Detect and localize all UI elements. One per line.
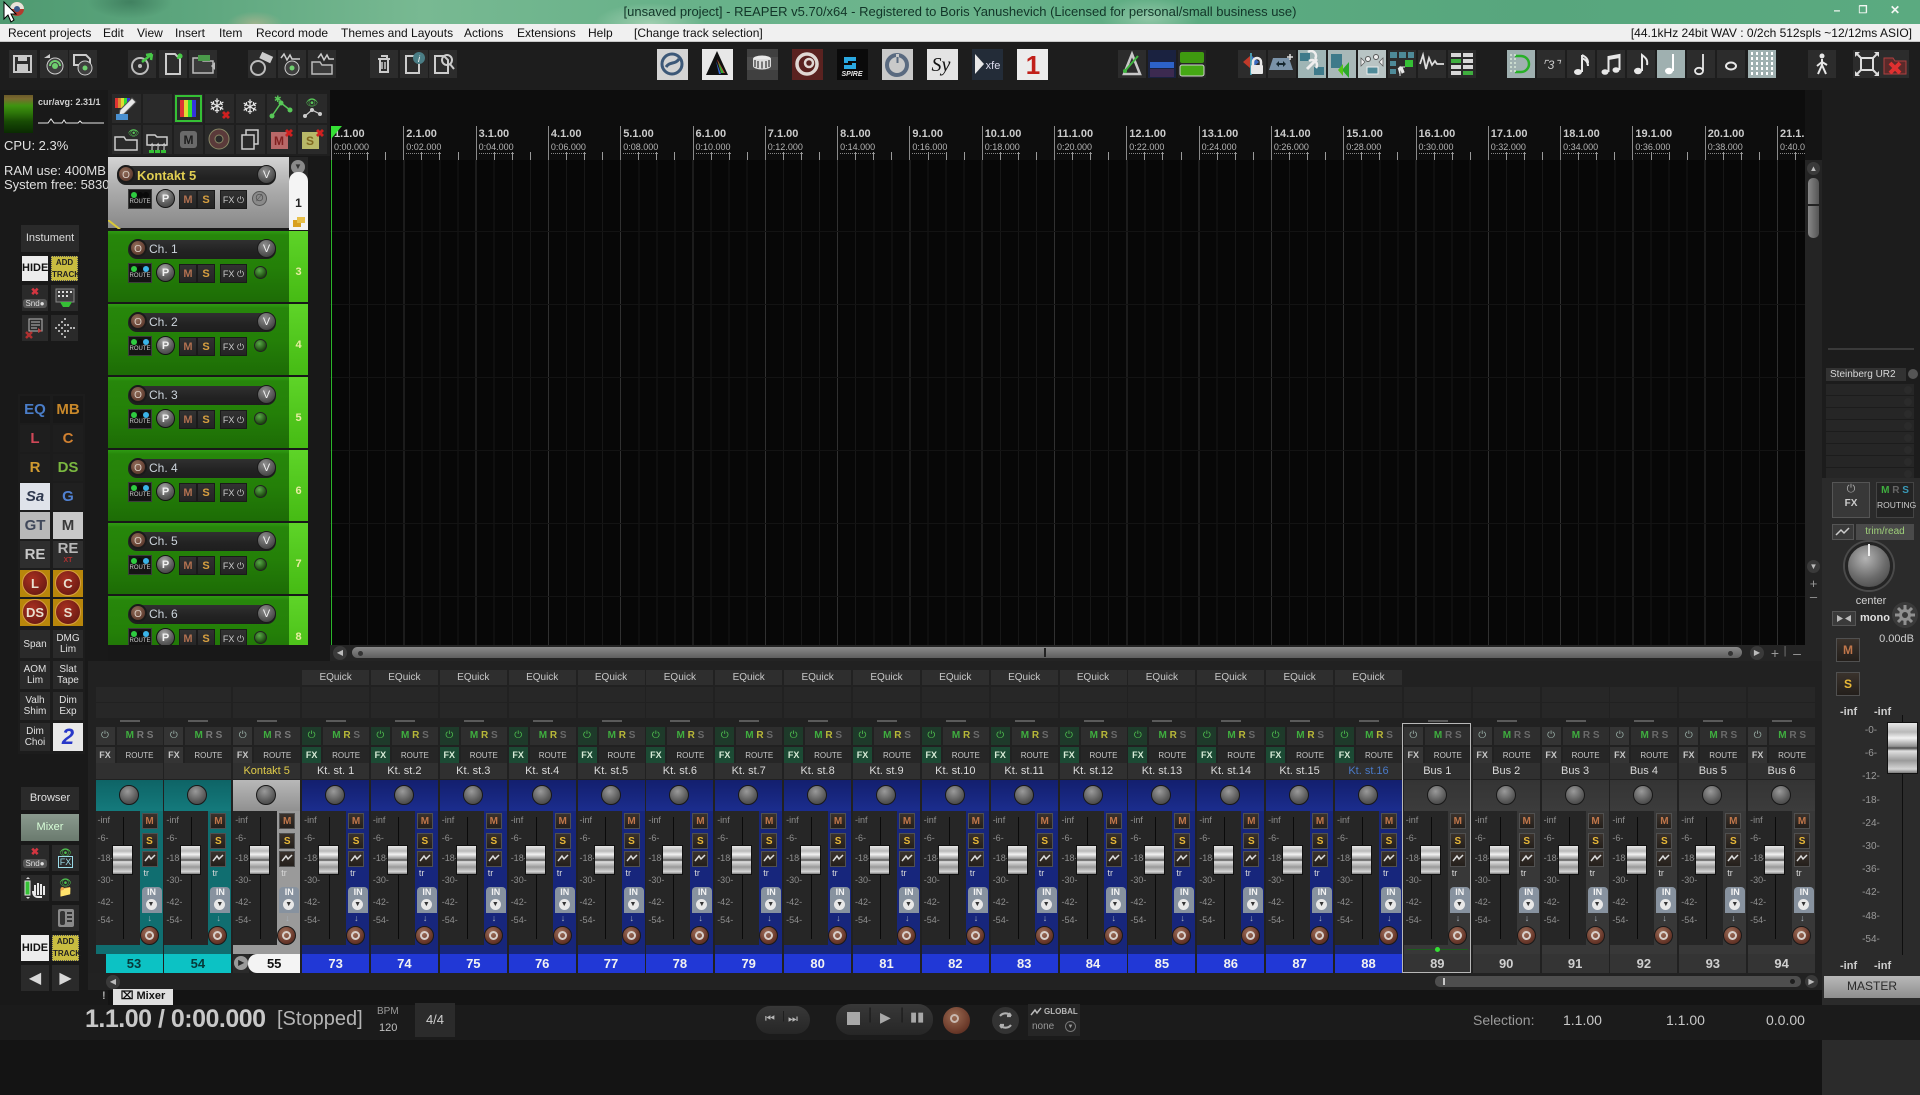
- svg-text:👁: 👁: [128, 128, 139, 138]
- svg-text:xfe: xfe: [986, 60, 1001, 72]
- svg-text:✖: ✖: [221, 110, 230, 122]
- svg-text:✖: ✖: [284, 128, 293, 140]
- svg-text:Sy: Sy: [932, 54, 951, 76]
- svg-text:M: M: [184, 133, 194, 147]
- svg-text:✱: ✱: [274, 94, 282, 104]
- svg-text:M: M: [274, 134, 284, 148]
- svg-text:❄: ❄: [242, 97, 259, 119]
- svg-text:S: S: [306, 134, 314, 148]
- svg-text:✖: ✖: [315, 128, 324, 140]
- svg-text:1: 1: [1026, 50, 1040, 80]
- svg-text:⌜3⌝: ⌜3⌝: [1542, 58, 1561, 72]
- svg-text:SPIRE: SPIRE: [841, 71, 862, 78]
- svg-text:👁: 👁: [306, 98, 319, 109]
